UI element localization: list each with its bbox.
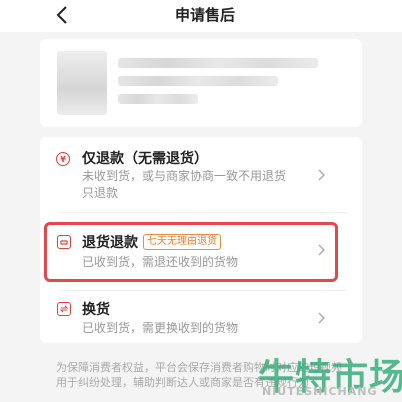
page-title: 申请售后 — [174, 6, 235, 24]
divider — [60, 212, 346, 213]
exchange-title: 换货 — [82, 302, 110, 318]
product-price-blur — [118, 94, 198, 104]
highlight-frame — [44, 222, 338, 282]
exchange-icon — [57, 302, 71, 316]
yen-icon: ¥ — [56, 152, 70, 166]
exchange-desc: 已收到货，需更换收到的货物 — [82, 321, 239, 335]
divider — [60, 290, 346, 291]
chevron-right-icon — [316, 168, 326, 182]
chevron-left-icon — [56, 6, 67, 24]
watermark-subtitle: NIUTESHICHANG — [262, 385, 378, 398]
refund-only-title: 仅退款（无需退货） — [82, 151, 208, 167]
refund-only-desc-line1: 未收到货，或与商家协商一致不用退货 — [82, 169, 287, 183]
chevron-right-icon — [316, 311, 326, 325]
product-spec-blur — [118, 76, 278, 86]
refund-only-desc-line2: 只退款 — [82, 186, 119, 200]
back-button[interactable] — [52, 4, 72, 26]
product-thumbnail — [57, 51, 107, 115]
product-name-blur — [118, 58, 318, 68]
